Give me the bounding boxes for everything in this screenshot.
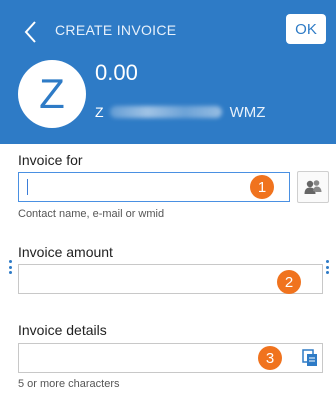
left-drag-handle[interactable]: [9, 260, 12, 274]
page-title: CREATE INVOICE: [55, 22, 177, 38]
invoice-details-helper: 5 or more characters: [18, 378, 120, 390]
right-drag-handle[interactable]: [326, 260, 329, 274]
step-badge-3: 3: [258, 346, 282, 370]
purse-row[interactable]: Z WMZ: [95, 102, 327, 122]
contacts-icon: [304, 180, 322, 194]
invoice-for-helper: Contact name, e-mail or wmid: [18, 208, 165, 220]
chevron-left-icon: [24, 21, 36, 43]
invoice-amount-label: Invoice amount: [18, 244, 113, 260]
back-button[interactable]: [18, 16, 42, 48]
paste-icon: [302, 349, 317, 366]
ok-button[interactable]: OK: [286, 14, 326, 44]
invoice-for-label: Invoice for: [18, 152, 83, 168]
contacts-button[interactable]: [297, 171, 329, 203]
balance-amount: 0.00: [95, 60, 138, 85]
avatar: Z: [18, 60, 86, 128]
purse-currency: WMZ: [229, 103, 266, 121]
step-badge-2: 2: [277, 270, 301, 294]
text-caret: [27, 179, 28, 195]
step-badge-1: 1: [250, 175, 274, 199]
invoice-header: CREATE INVOICE OK Z 0.00 Z WMZ: [0, 0, 336, 144]
invoice-details-label: Invoice details: [18, 322, 107, 338]
purse-number-redacted: [109, 106, 222, 118]
paste-button[interactable]: [299, 347, 321, 369]
purse-prefix: Z: [95, 104, 104, 120]
